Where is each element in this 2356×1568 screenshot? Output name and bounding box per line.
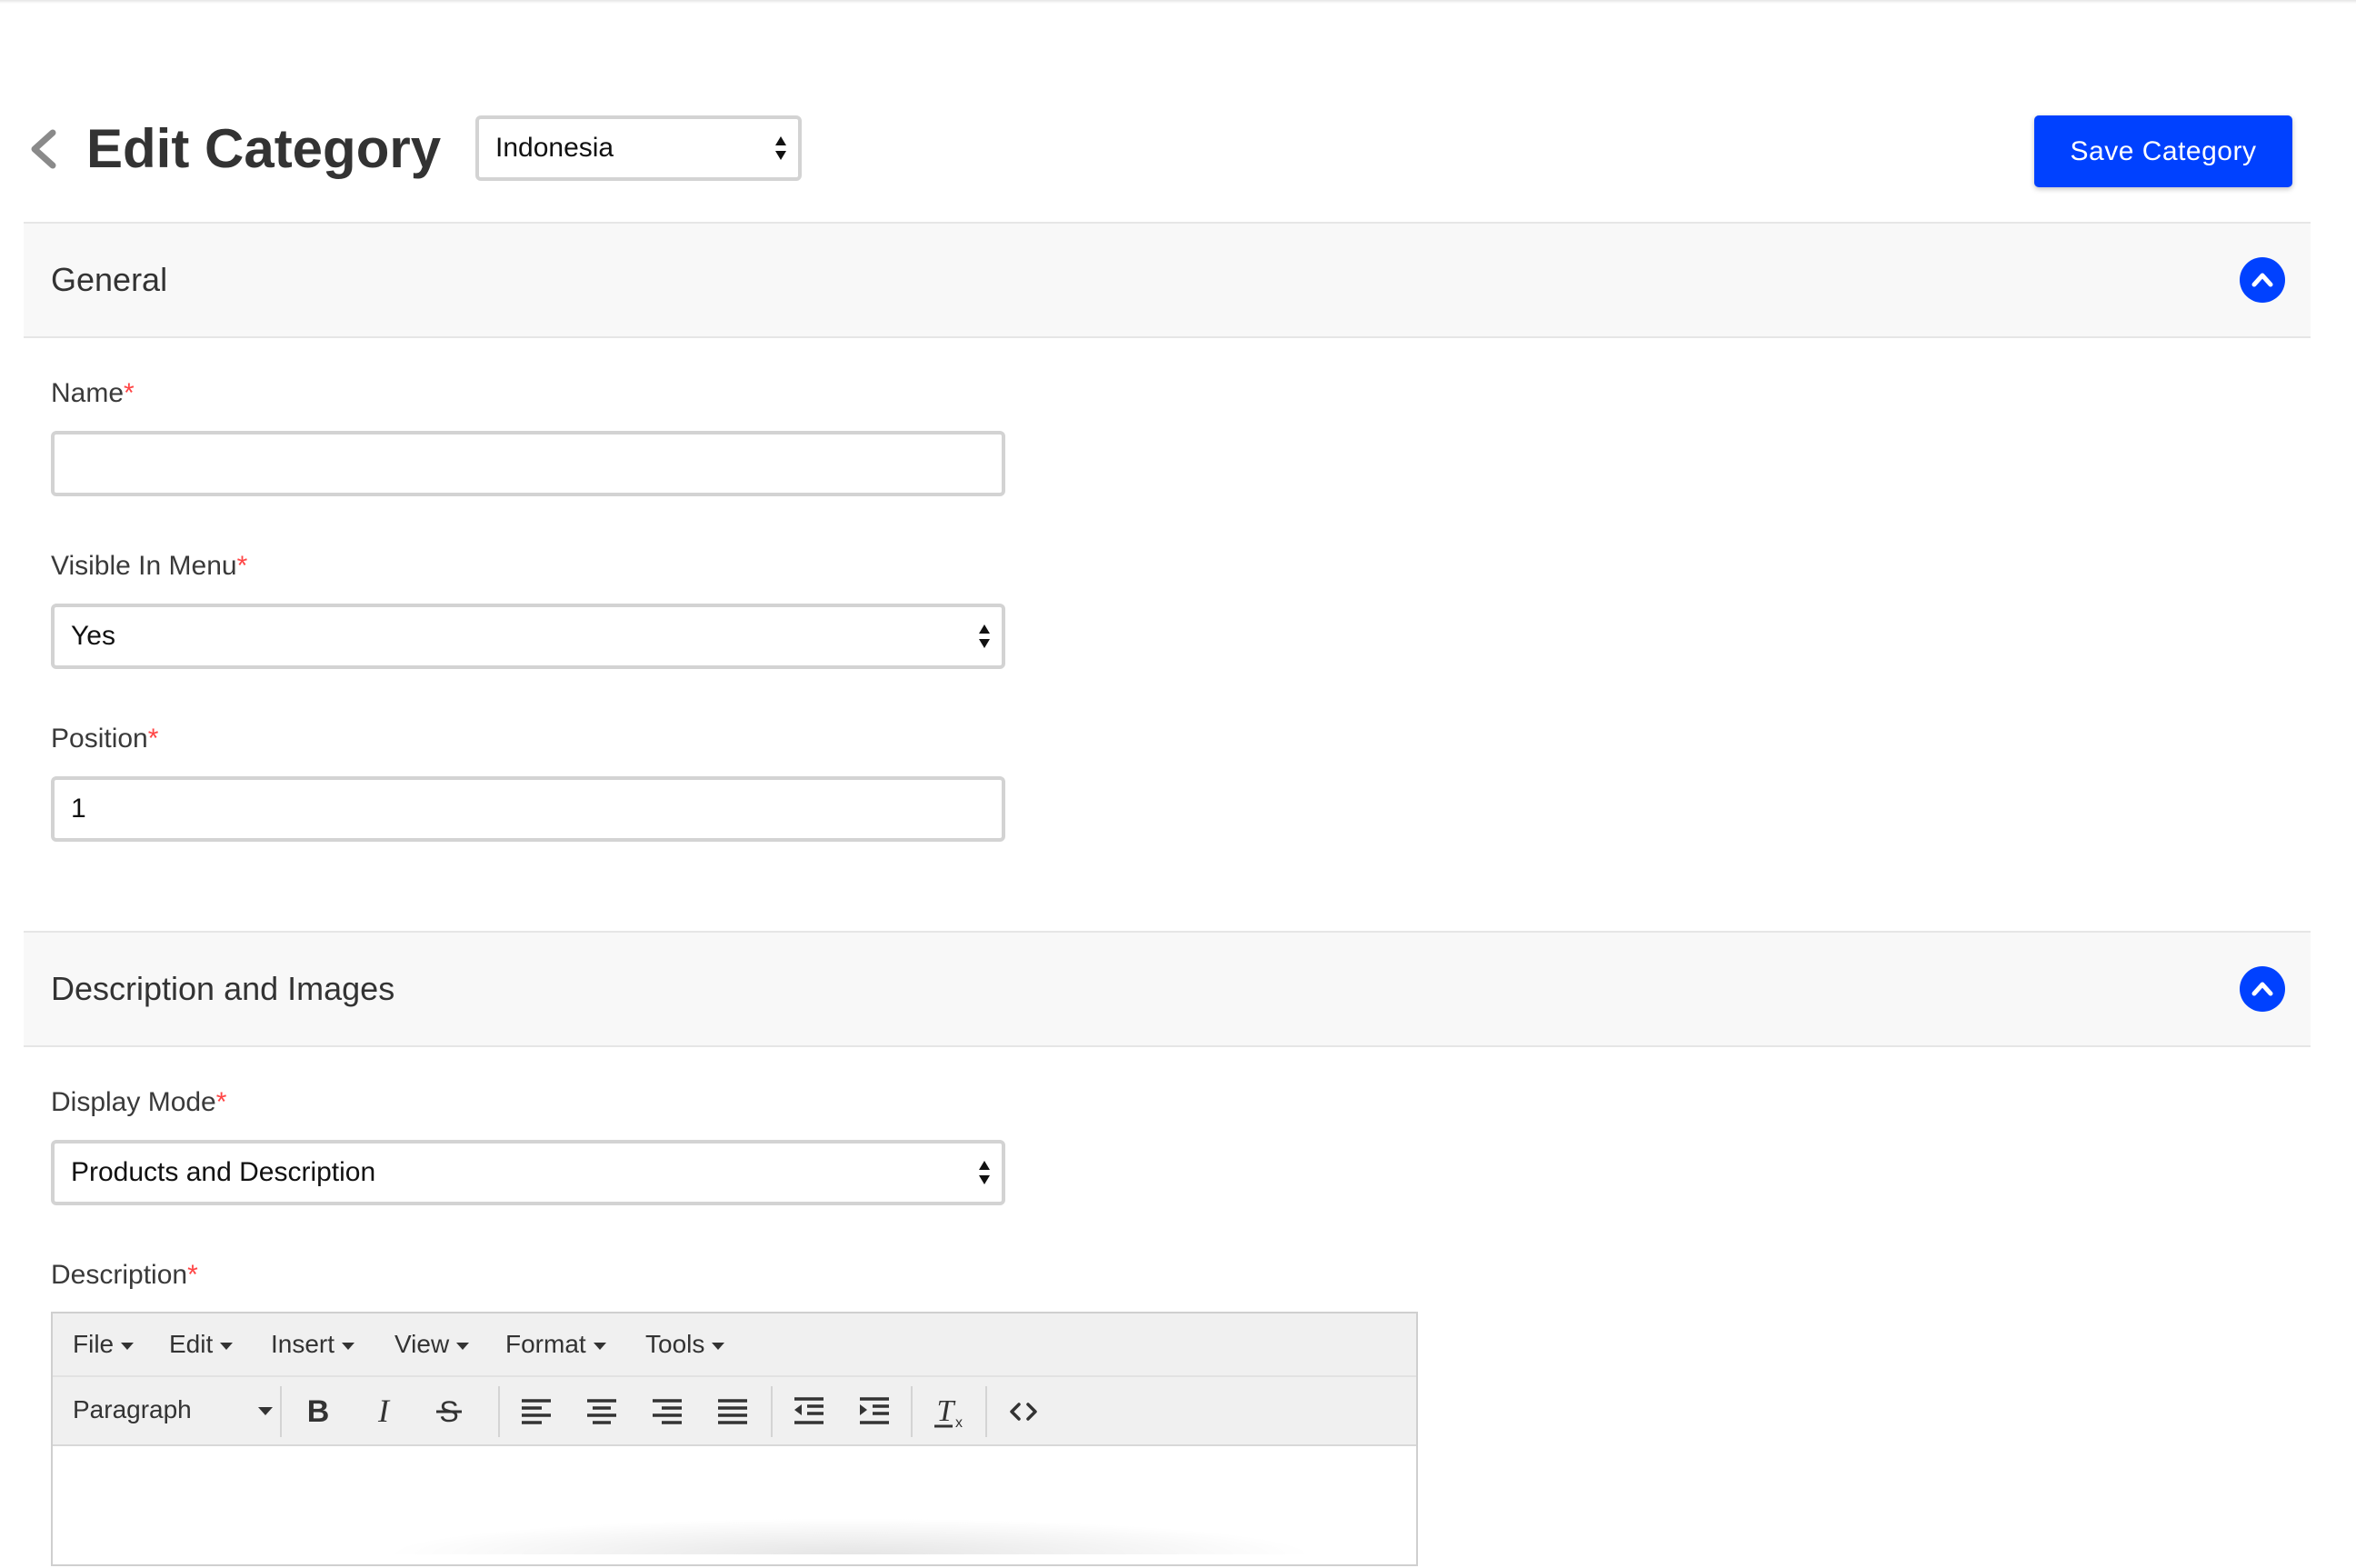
section-general-header[interactable]: General <box>24 222 2311 338</box>
indent-icon[interactable] <box>856 1393 893 1430</box>
align-center-icon[interactable] <box>584 1393 620 1430</box>
chevron-up-icon[interactable] <box>2240 257 2285 303</box>
locale-select[interactable]: Indonesia <box>475 115 802 181</box>
required-marker: * <box>236 551 248 581</box>
section-title-general: General <box>51 261 168 298</box>
required-marker: * <box>124 378 135 408</box>
locale-select-value: Indonesia <box>495 133 614 163</box>
required-marker: * <box>147 724 159 754</box>
toolbar-separator <box>498 1386 500 1437</box>
chevron-up-icon[interactable] <box>2240 966 2285 1012</box>
position-input[interactable] <box>51 776 1005 842</box>
save-category-button[interactable]: Save Category <box>2034 115 2292 187</box>
menu-edit[interactable]: Edit <box>169 1330 234 1359</box>
select-arrows-icon <box>979 624 990 648</box>
align-left-icon[interactable] <box>518 1393 554 1430</box>
editor-content-area[interactable] <box>53 1446 1416 1568</box>
align-justify-icon[interactable] <box>714 1393 751 1430</box>
visible-in-menu-select[interactable]: Yes <box>51 604 1005 669</box>
name-label: Name* <box>51 378 135 408</box>
menu-view[interactable]: View <box>394 1330 470 1359</box>
visible-in-menu-label: Visible In Menu* <box>51 551 248 581</box>
required-marker: * <box>215 1087 227 1117</box>
visible-in-menu-value: Yes <box>71 621 115 651</box>
editor-toolbar: Paragraph B I S T x <box>53 1377 1416 1446</box>
italic-icon[interactable]: I <box>365 1393 402 1430</box>
menu-file[interactable]: File <box>73 1330 135 1359</box>
select-arrows-icon <box>775 136 786 160</box>
caret-down-icon <box>121 1342 135 1350</box>
menu-insert[interactable]: Insert <box>271 1330 355 1359</box>
source-code-icon[interactable] <box>1005 1393 1042 1430</box>
position-label: Position* <box>51 724 159 754</box>
caret-down-icon <box>712 1342 725 1350</box>
required-marker: * <box>187 1260 198 1290</box>
menu-tools[interactable]: Tools <box>645 1330 725 1359</box>
toolbar-separator <box>911 1386 913 1437</box>
svg-text:I: I <box>377 1393 391 1429</box>
clear-formatting-icon[interactable]: Tx <box>931 1393 967 1431</box>
caret-down-icon <box>456 1342 470 1350</box>
description-editor: File Edit Insert View Format Tools Parag… <box>51 1312 1418 1566</box>
block-format-select[interactable]: Paragraph <box>73 1395 273 1428</box>
svg-text:x: x <box>955 1415 963 1430</box>
caret-down-icon <box>220 1342 234 1350</box>
select-arrows-icon <box>979 1161 990 1184</box>
toolbar-separator <box>280 1386 282 1437</box>
outdent-icon[interactable] <box>791 1393 827 1430</box>
align-right-icon[interactable] <box>649 1393 685 1430</box>
caret-down-icon <box>342 1342 355 1350</box>
toolbar-separator <box>985 1386 987 1437</box>
svg-text:B: B <box>307 1394 330 1429</box>
section-title-description-images: Description and Images <box>51 970 395 1007</box>
menu-format[interactable]: Format <box>505 1330 606 1359</box>
svg-text:T: T <box>937 1394 956 1428</box>
display-mode-value: Products and Description <box>71 1157 376 1187</box>
strikethrough-icon[interactable]: S <box>431 1393 467 1430</box>
caret-down-icon <box>258 1407 273 1415</box>
chevron-left-icon[interactable] <box>27 129 60 169</box>
top-shadow <box>0 0 2356 4</box>
display-mode-select[interactable]: Products and Description <box>51 1140 1005 1205</box>
display-mode-label: Display Mode* <box>51 1087 227 1117</box>
section-description-images-header[interactable]: Description and Images <box>24 931 2311 1047</box>
description-label: Description* <box>51 1260 198 1290</box>
bold-icon[interactable]: B <box>300 1393 336 1430</box>
caret-down-icon <box>593 1342 606 1350</box>
toolbar-separator <box>771 1386 773 1437</box>
name-input[interactable] <box>51 431 1005 496</box>
editor-menubar: File Edit Insert View Format Tools <box>53 1313 1416 1377</box>
page-title: Edit Category <box>86 118 442 179</box>
